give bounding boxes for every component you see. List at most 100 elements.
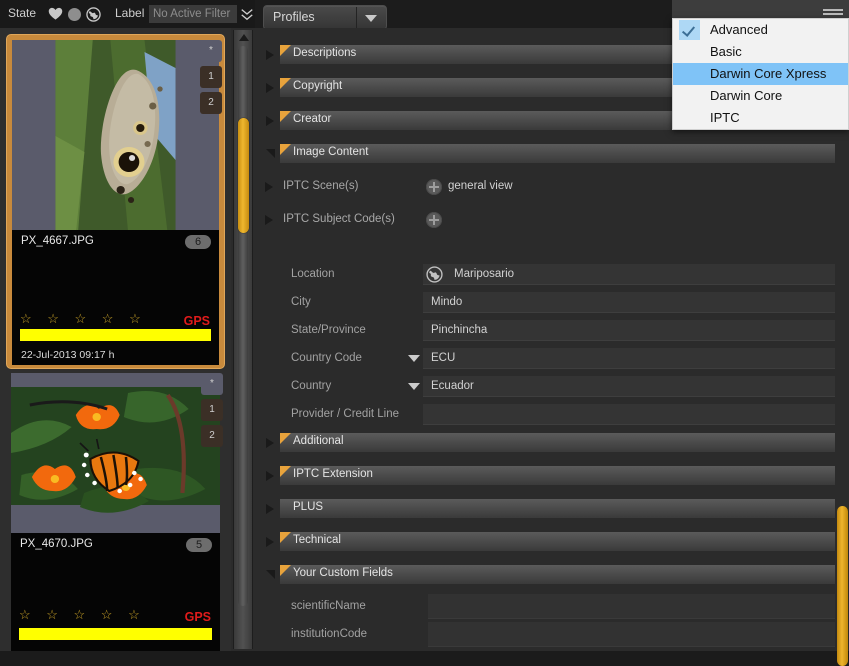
profiles-button[interactable]: Profiles <box>263 5 387 30</box>
chevron-down-icon[interactable] <box>365 15 377 22</box>
side-tab-1[interactable]: 1 <box>201 399 223 421</box>
field-label: institutionCode <box>291 628 368 640</box>
field-country-code[interactable]: Country Code ECU <box>263 348 841 371</box>
thumbnail-filename: PX_4667.JPG <box>21 235 94 247</box>
field-city[interactable]: City Mindo <box>263 292 841 315</box>
section-marker-icon <box>280 466 291 477</box>
field-input[interactable] <box>428 622 841 647</box>
double-chevron-down-icon[interactable] <box>240 7 254 21</box>
side-tab-asterisk[interactable]: * <box>201 373 223 395</box>
thumbnail-meta-0: PX_4667.JPG 6 ☆ ☆ ☆ ☆ ☆ GPS 22-Jul-2013 … <box>12 230 219 365</box>
thumbnail-card-1[interactable]: PX_4670.JPG 5 ☆ ☆ ☆ ☆ ☆ GPS * 1 2 <box>6 368 225 651</box>
menu-item-advanced[interactable]: Advanced <box>673 19 848 41</box>
side-tab-asterisk[interactable]: * <box>200 40 222 62</box>
heart-icon[interactable] <box>48 6 63 21</box>
state-label: State <box>8 6 37 20</box>
menu-item-basic[interactable]: Basic <box>673 41 848 63</box>
section-your-custom-fields[interactable]: Your Custom Fields <box>263 565 841 584</box>
field-state-province[interactable]: State/Province Pinchincha <box>263 320 841 343</box>
section-marker-icon <box>280 111 291 122</box>
field-value: Pinchincha <box>431 324 488 336</box>
field-institution-code[interactable]: institutionCode <box>263 622 841 650</box>
thumbnail-side-tabs-0[interactable]: * 1 2 <box>200 40 222 118</box>
thumbnail-datetime: 22-Jul-2013 09:17 h <box>21 349 115 361</box>
color-label-bar <box>19 628 212 640</box>
thumbnail-panel[interactable]: PX_4667.JPG 6 ☆ ☆ ☆ ☆ ☆ GPS 22-Jul-2013 … <box>0 28 231 651</box>
expand-triangle-icon[interactable] <box>266 537 274 547</box>
section-bar <box>280 499 841 518</box>
side-tab-2[interactable]: 2 <box>201 425 223 447</box>
field-provider-credit-line[interactable]: Provider / Credit Line <box>263 404 841 427</box>
thumbnail-filename: PX_4670.JPG <box>20 538 93 550</box>
section-marker-icon <box>280 565 291 576</box>
add-subject-code-button[interactable] <box>426 212 442 228</box>
field-input[interactable] <box>428 594 841 619</box>
expand-triangle-icon[interactable] <box>266 438 274 448</box>
expand-triangle-icon[interactable] <box>266 504 274 514</box>
profiles-dropdown-menu[interactable]: Advanced Basic Darwin Core Xpress Darwin… <box>672 18 849 130</box>
chevron-down-icon[interactable] <box>408 383 420 390</box>
section-title: Image Content <box>293 146 369 158</box>
expand-triangle-icon[interactable] <box>265 182 273 192</box>
field-input[interactable]: Mariposario <box>423 264 841 285</box>
section-image-content[interactable]: Image Content <box>263 144 841 163</box>
menu-item-darwin-core[interactable]: Darwin Core <box>673 85 848 107</box>
collapse-triangle-icon[interactable] <box>266 149 275 158</box>
field-value: Ecuador <box>431 380 474 392</box>
section-title: Additional <box>293 435 344 447</box>
scroll-up-arrow-icon[interactable] <box>239 34 249 41</box>
menu-item-darwin-core-xpress[interactable]: Darwin Core Xpress <box>673 63 848 85</box>
section-plus[interactable]: PLUS <box>263 499 841 518</box>
field-scientific-name[interactable]: scientificName <box>263 594 841 622</box>
collapse-triangle-icon[interactable] <box>266 570 275 579</box>
menu-item-iptc[interactable]: IPTC <box>673 107 848 129</box>
thumbnail-card-0[interactable]: PX_4667.JPG 6 ☆ ☆ ☆ ☆ ☆ GPS 22-Jul-2013 … <box>6 34 225 369</box>
side-tab-1[interactable]: 1 <box>200 66 222 88</box>
rating-stars[interactable]: ☆ ☆ ☆ ☆ ☆ <box>20 311 147 327</box>
section-additional[interactable]: Additional <box>263 433 841 452</box>
scrollbar-thumb[interactable] <box>238 118 249 233</box>
thumbnail-panel-scrollbar[interactable] <box>233 30 253 649</box>
field-label: Provider / Credit Line <box>291 408 400 420</box>
globe-icon[interactable] <box>426 266 443 283</box>
expand-triangle-icon[interactable] <box>265 215 273 225</box>
field-label: City <box>291 296 311 308</box>
field-location[interactable]: Location Mariposario <box>263 264 841 287</box>
expand-triangle-icon[interactable] <box>266 116 274 126</box>
expand-triangle-icon[interactable] <box>266 83 274 93</box>
active-filter-value[interactable]: No Active Filter <box>149 5 237 23</box>
field-input[interactable] <box>423 404 841 425</box>
metadata-editor-window: State Label No Active Filter Profiles PX… <box>0 0 849 666</box>
section-marker-icon <box>280 532 291 543</box>
field-input[interactable]: Mindo <box>423 292 841 313</box>
expand-triangle-icon[interactable] <box>266 50 274 60</box>
thumbnail-image-1[interactable] <box>11 373 220 533</box>
field-input[interactable]: Pinchincha <box>423 320 841 341</box>
thumbnail-side-tabs-1[interactable]: * 1 2 <box>201 373 223 451</box>
section-bar <box>280 433 841 452</box>
profiles-button-label: Profiles <box>273 10 315 24</box>
globe-icon[interactable] <box>86 7 101 22</box>
rating-stars[interactable]: ☆ ☆ ☆ ☆ ☆ <box>19 607 146 623</box>
menu-item-label: Basic <box>710 44 742 59</box>
expand-triangle-icon[interactable] <box>266 471 274 481</box>
section-title: Copyright <box>293 80 343 92</box>
section-title: Your Custom Fields <box>293 567 393 579</box>
gps-badge: GPS <box>184 610 211 624</box>
field-input[interactable]: Ecuador <box>423 376 841 397</box>
section-title: Technical <box>293 534 341 546</box>
scrollbar-thumb[interactable] <box>837 506 848 666</box>
section-technical[interactable]: Technical <box>263 532 841 551</box>
circle-icon[interactable] <box>68 8 81 21</box>
thumbnail-image-0[interactable] <box>12 40 219 230</box>
field-iptc-subject-codes[interactable]: IPTC Subject Code(s) <box>263 209 841 232</box>
add-scene-button[interactable] <box>426 179 442 195</box>
field-iptc-scenes[interactable]: IPTC Scene(s) general view <box>263 176 841 199</box>
chevron-down-icon[interactable] <box>408 355 420 362</box>
side-tab-2[interactable]: 2 <box>200 92 222 114</box>
field-label: Country <box>291 380 332 392</box>
field-input[interactable]: ECU <box>423 348 841 369</box>
label-label: Label <box>115 6 145 20</box>
section-iptc-extension[interactable]: IPTC Extension <box>263 466 841 485</box>
field-country[interactable]: Country Ecuador <box>263 376 841 399</box>
